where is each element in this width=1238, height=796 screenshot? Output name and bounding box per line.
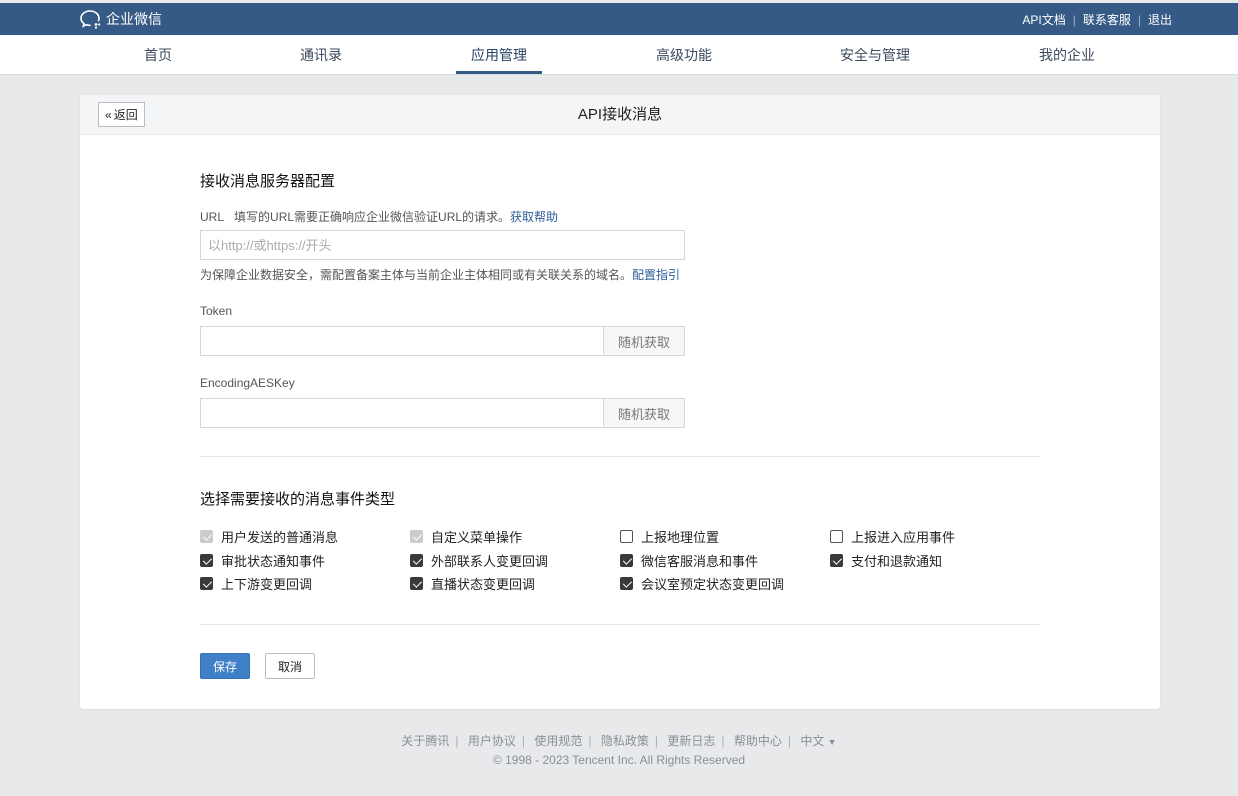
checkbox-label: 直播状态变更回调 <box>431 577 536 592</box>
url-help-link[interactable]: 获取帮助 <box>510 210 558 224</box>
event-checkbox[interactable]: 上下游变更回调 <box>200 574 312 593</box>
checkbox-label: 外部联系人变更回调 <box>431 554 549 569</box>
actions-divider <box>200 624 1040 625</box>
caret-down-icon: ▼ <box>827 737 837 747</box>
url-label-row: URL 填写的URL需要正确响应企业微信验证URL的请求。获取帮助 <box>200 208 558 225</box>
checkbox-box[interactable] <box>200 577 213 590</box>
aes-key-input[interactable] <box>201 399 603 427</box>
section-divider <box>200 456 1040 457</box>
event-checkbox[interactable]: 支付和退款通知 <box>830 551 942 570</box>
url-input[interactable] <box>200 230 685 260</box>
checkbox-box <box>410 530 423 543</box>
domain-hint: 为保障企业数据安全，需配置备案主体与当前企业主体相同或有关联关系的域名。配置指引 <box>200 266 680 283</box>
domain-hint-text: 为保障企业数据安全，需配置备案主体与当前企业主体相同或有关联关系的域名。 <box>200 268 633 282</box>
nav-home[interactable]: 首页 <box>144 35 172 75</box>
events-title: 选择需要接收的消息事件类型 <box>200 491 396 508</box>
brand-logo[interactable]: 企业微信 <box>80 9 162 29</box>
server-config-title: 接收消息服务器配置 <box>200 173 336 190</box>
event-checkbox[interactable]: 微信客服消息和事件 <box>620 551 758 570</box>
checkbox-box[interactable] <box>620 554 633 567</box>
footer-help-center-link[interactable]: 帮助中心 <box>734 734 782 748</box>
checkbox-box <box>200 530 213 543</box>
checkbox-box[interactable] <box>200 554 213 567</box>
aes-key-label: EncodingAESKey <box>200 376 295 390</box>
checkbox-label: 上报地理位置 <box>641 530 720 545</box>
event-checkbox[interactable]: 审批状态通知事件 <box>200 551 325 570</box>
config-guide-link[interactable]: 配置指引 <box>632 268 680 282</box>
wecom-logo-icon <box>80 10 101 29</box>
token-label: Token <box>200 304 233 318</box>
footer-privacy-link[interactable]: 隐私政策 <box>601 734 649 748</box>
url-label: URL <box>200 210 225 224</box>
checkbox-label: 微信客服消息和事件 <box>641 554 759 569</box>
checkbox-label: 支付和退款通知 <box>851 554 943 569</box>
checkbox-label: 用户发送的普通消息 <box>221 530 339 545</box>
event-checkbox[interactable]: 直播状态变更回调 <box>410 574 535 593</box>
footer-user-agreement-link[interactable]: 用户协议 <box>468 734 516 748</box>
nav-contacts[interactable]: 通讯录 <box>300 35 342 75</box>
checkbox-box[interactable] <box>830 530 843 543</box>
contact-support-link[interactable]: 联系客服 <box>1083 11 1131 28</box>
url-description: 填写的URL需要正确响应企业微信验证URL的请求。 <box>234 210 511 224</box>
main-nav: 首页 通讯录 应用管理 高级功能 安全与管理 我的企业 <box>0 35 1238 75</box>
event-checkbox[interactable]: 会议室预定状态变更回调 <box>620 574 784 593</box>
logout-link[interactable]: 退出 <box>1148 11 1172 28</box>
event-checkbox[interactable]: 上报进入应用事件 <box>830 527 955 546</box>
page-title: API接收消息 <box>577 106 663 123</box>
nav-security-management[interactable]: 安全与管理 <box>840 35 910 75</box>
aes-key-field: 随机获取 <box>200 398 685 428</box>
api-receive-card: « 返回 API接收消息 接收消息服务器配置 URL 填写的URL需要正确响应企… <box>80 95 1160 709</box>
checkbox-label: 审批状态通知事件 <box>221 554 326 569</box>
footer-links: 关于腾讯 | 用户协议 | 使用规范 | 隐私政策 | 更新日志 | 帮助中心 | 中文 ▼ <box>401 734 837 748</box>
cancel-button[interactable]: 取消 <box>265 653 315 679</box>
event-checkbox: 自定义菜单操作 <box>410 527 522 546</box>
checkbox-label: 自定义菜单操作 <box>431 530 523 545</box>
top-links: API文档 | 联系客服 | 退出 <box>1022 11 1172 28</box>
brand-name: 企业微信 <box>106 11 162 27</box>
top-bar: 企业微信 API文档 | 联系客服 | 退出 <box>0 3 1238 35</box>
checkbox-box[interactable] <box>410 577 423 590</box>
token-random-button[interactable]: 随机获取 <box>603 327 684 355</box>
checkbox-label: 会议室预定状态变更回调 <box>641 577 785 592</box>
checkbox-label: 上报进入应用事件 <box>851 530 956 545</box>
checkbox-box[interactable] <box>620 530 633 543</box>
checkbox-box[interactable] <box>410 554 423 567</box>
save-button[interactable]: 保存 <box>200 653 250 679</box>
nav-app-management[interactable]: 应用管理 <box>456 35 542 75</box>
token-input[interactable] <box>201 327 603 355</box>
checkbox-box[interactable] <box>620 577 633 590</box>
nav-my-enterprise[interactable]: 我的企业 <box>1039 35 1095 75</box>
card-header: « 返回 API接收消息 <box>80 95 1160 135</box>
language-selector[interactable]: 中文 ▼ <box>800 734 836 748</box>
language-label: 中文 <box>800 734 825 748</box>
checkbox-box[interactable] <box>830 554 843 567</box>
aes-key-random-button[interactable]: 随机获取 <box>603 399 684 427</box>
checkbox-label: 上下游变更回调 <box>221 577 313 592</box>
token-field: 随机获取 <box>200 326 685 356</box>
footer-about-link[interactable]: 关于腾讯 <box>401 734 449 748</box>
separator: | <box>1072 12 1076 27</box>
event-checkbox: 用户发送的普通消息 <box>200 527 338 546</box>
event-checkbox[interactable]: 外部联系人变更回调 <box>410 551 548 570</box>
footer-usage-rules-link[interactable]: 使用规范 <box>534 734 582 748</box>
footer-changelog-link[interactable]: 更新日志 <box>667 734 715 748</box>
api-docs-link[interactable]: API文档 <box>1022 11 1065 28</box>
separator: | <box>1137 12 1141 27</box>
nav-advanced-features[interactable]: 高级功能 <box>656 35 712 75</box>
event-checkbox[interactable]: 上报地理位置 <box>620 527 719 546</box>
copyright: © 1998 - 2023 Tencent Inc. All Rights Re… <box>492 753 746 767</box>
